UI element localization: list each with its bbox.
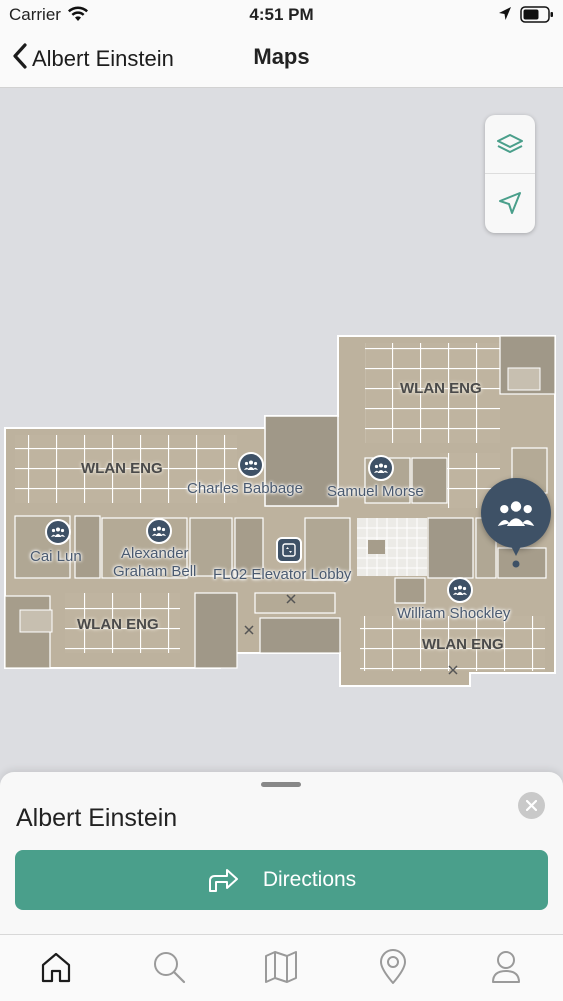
room-label-graham-bell: Graham Bell [113,563,197,580]
elevator-icon [282,543,296,557]
directions-button[interactable]: Directions [15,850,548,910]
close-icon [526,800,537,811]
group-icon [51,527,65,537]
close-button[interactable] [518,792,545,819]
layers-button[interactable] [485,115,535,174]
location-sheet: Albert Einstein Directions [0,772,563,934]
room-label-william-shockley: William Shockley [397,605,511,622]
page-title: Maps [253,44,310,69]
room-label-elevator-lobby: FL02 Elevator Lobby [213,566,352,583]
tab-home[interactable] [34,945,78,989]
back-label: Albert Einstein [32,46,174,71]
room-pin-cai-lun[interactable] [45,519,71,545]
directions-arrow-icon [208,869,238,892]
tab-profile[interactable] [484,945,528,989]
floor-plan [4,335,556,687]
room-pin-elevator-lobby[interactable] [276,537,302,563]
clock: 4:51 PM [249,5,314,24]
group-icon [244,460,258,470]
map-controls [485,115,535,233]
battery-icon [520,6,554,28]
room-label-cai-lun: Cai Lun [30,548,82,565]
profile-icon [492,951,520,983]
chevron-left-icon [12,42,28,76]
status-bar: Carrier 4:51 PM [0,0,563,30]
group-icon [374,463,388,473]
home-icon [41,952,71,983]
room-pin-samuel-morse[interactable] [368,455,394,481]
pin-pointer-icon [511,546,521,568]
search-icon [154,952,186,984]
tab-bar [0,934,563,1001]
map-icon [265,951,297,983]
tab-map[interactable] [259,945,303,989]
back-button[interactable]: Albert Einstein [12,42,174,76]
room-pin-alexander-graham-bell[interactable] [146,518,172,544]
sheet-grab-handle[interactable] [261,782,301,787]
tab-location[interactable] [371,945,415,989]
navigate-button[interactable] [485,174,535,232]
tab-search[interactable] [147,945,191,989]
group-icon [152,526,166,536]
floor-map[interactable]: WLAN ENG WLAN ENG WLAN ENG WLAN ENG Char… [0,88,563,788]
layers-icon [497,134,523,153]
location-title: Albert Einstein [16,804,178,832]
zone-label: WLAN ENG [81,460,163,477]
zone-label: WLAN ENG [422,636,504,653]
room-label-charles-babbage: Charles Babbage [187,480,303,497]
directions-label: Directions [262,868,357,891]
group-icon [497,501,535,526]
navigate-icon [499,192,521,214]
selected-location-pin[interactable] [481,478,551,548]
location-arrow-icon [498,6,512,27]
zone-label: WLAN ENG [400,380,482,397]
room-label-alexander: Alexander [121,545,189,562]
group-icon [453,585,467,595]
pin-icon [380,949,406,984]
room-label-samuel-morse: Samuel Morse [327,483,424,500]
zone-label: WLAN ENG [77,616,159,633]
room-pin-charles-babbage[interactable] [238,452,264,478]
navigation-bar: Albert Einstein Maps [0,30,563,88]
room-pin-william-shockley[interactable] [447,577,473,603]
